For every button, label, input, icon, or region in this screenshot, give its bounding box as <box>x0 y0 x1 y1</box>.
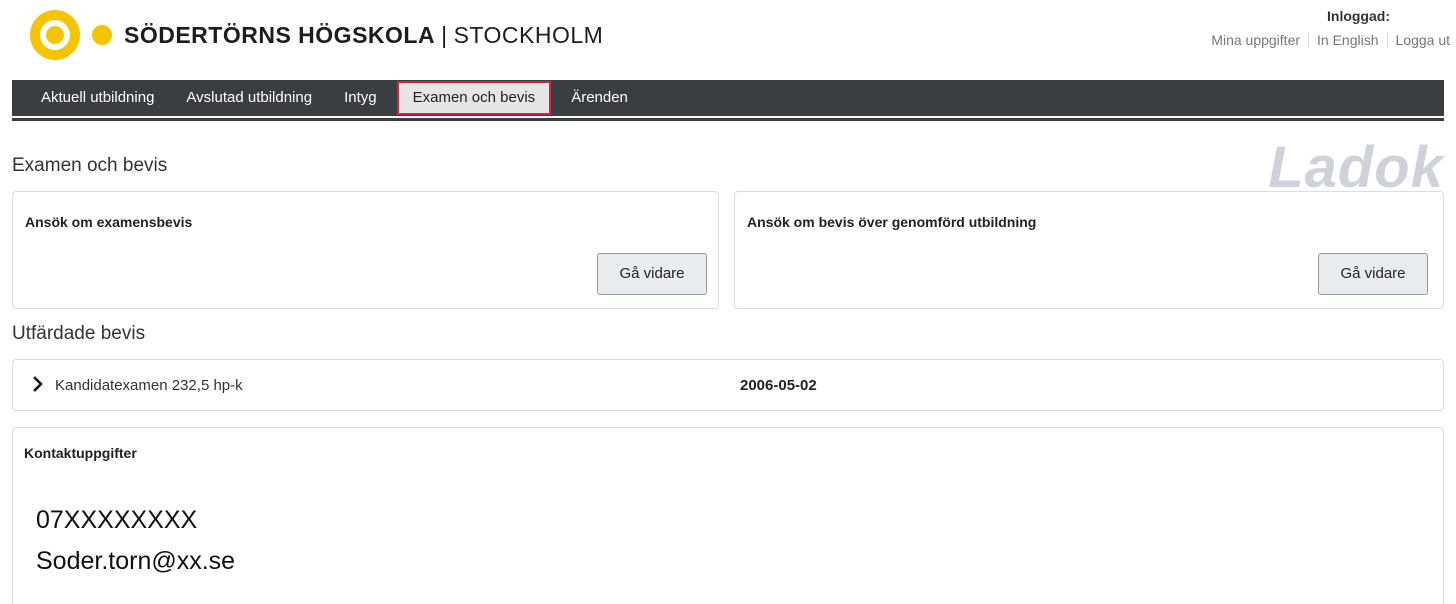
contact-title: Kontaktuppgifter <box>24 445 137 461</box>
nav-aktuell-utbildning[interactable]: Aktuell utbildning <box>12 80 170 116</box>
sodertorn-logo[interactable]: SÖDERTÖRNS HÖGSKOLA | STOCKHOLM <box>30 10 603 60</box>
ga-vidare-button[interactable]: Gå vidare <box>597 253 707 295</box>
card-examensbevis: Ansök om examensbevis Gå vidare <box>12 191 719 309</box>
nav-examen-och-bevis[interactable]: Examen och bevis <box>396 81 552 115</box>
logo-city: STOCKHOLM <box>453 21 604 48</box>
nav-arenden[interactable]: Ärenden <box>555 80 644 116</box>
contact-email: Soder.torn@xx.se <box>36 547 236 575</box>
logo-text: SÖDERTÖRNS HÖGSKOLA | STOCKHOLM <box>124 22 603 49</box>
contact-phone: 07XXXXXXXX <box>36 506 198 534</box>
bevis-date: 2006-05-02 <box>740 377 817 394</box>
bevis-row[interactable]: Kandidatexamen 232,5 hp-k 2006-05-02 <box>12 359 1444 411</box>
logo-separator: | <box>441 21 448 48</box>
card-title: Ansök om bevis över genomförd utbildning <box>747 214 1037 230</box>
link-in-english[interactable]: In English <box>1308 32 1386 48</box>
main-nav: Aktuell utbildning Avslutad utbildning I… <box>12 80 1444 116</box>
card-bevis-utbildning: Ansök om bevis över genomförd utbildning… <box>734 191 1444 309</box>
header: SÖDERTÖRNS HÖGSKOLA | STOCKHOLM Inloggad: … <box>0 0 1456 80</box>
card-title: Ansök om examensbevis <box>25 214 193 230</box>
logo-ring-icon <box>30 10 80 60</box>
ga-vidare-button[interactable]: Gå vidare <box>1318 253 1428 295</box>
link-logga-ut[interactable]: Logga ut <box>1386 32 1450 48</box>
nav-divider <box>12 118 1444 121</box>
logo-name: SÖDERTÖRNS HÖGSKOLA <box>124 21 436 48</box>
link-mina-uppgifter[interactable]: Mina uppgifter <box>1203 32 1308 48</box>
nav-intyg[interactable]: Intyg <box>328 80 393 116</box>
chevron-right-icon[interactable] <box>31 376 45 392</box>
issued-title: Utfärdade bevis <box>12 323 146 344</box>
logo-dot-icon <box>92 25 112 45</box>
bevis-name: Kandidatexamen 232,5 hp-k <box>55 377 243 394</box>
user-links: Mina uppgifter In English Logga ut <box>1203 32 1450 48</box>
user-area: Inloggad: Mina uppgifter In English Logg… <box>1203 8 1450 48</box>
contact-panel <box>12 427 1444 604</box>
logged-in-label: Inloggad: <box>1327 8 1390 24</box>
nav-avslutad-utbildning[interactable]: Avslutad utbildning <box>170 80 328 116</box>
page-title: Examen och bevis <box>12 155 168 176</box>
